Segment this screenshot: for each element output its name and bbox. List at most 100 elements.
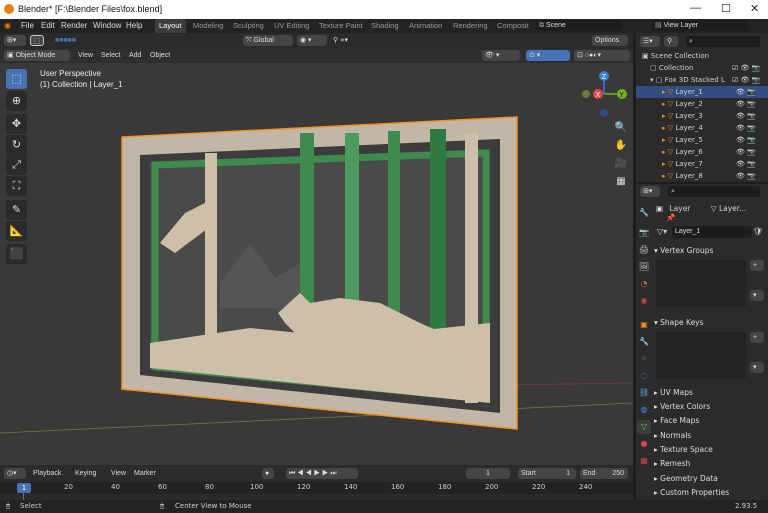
transform-orientation-dropdown[interactable]: ⤧ Global [243,35,293,46]
particles-tab-icon[interactable]: ⁘ [637,352,651,366]
tab-rendering[interactable]: Rendering [453,19,488,33]
properties-search-input[interactable]: ⌕ [668,186,760,197]
scene-tab-icon[interactable]: ◔ [637,277,651,291]
section-remesh[interactable]: ▸ Remesh [654,457,768,470]
visibility-icons[interactable]: 👁 📷 [736,146,756,158]
cursor-tool[interactable]: ⊕ [6,91,27,111]
outliner-row-layer-1[interactable]: ▸ ▽ Layer_1 👁 📷 [636,86,768,98]
menu-file[interactable]: File [21,21,34,30]
menu-render[interactable]: Render [61,21,87,30]
menu-playback[interactable]: Playback [30,468,64,479]
menu-select[interactable]: Select [98,50,123,61]
current-frame-field[interactable]: 1 [466,468,510,479]
object-tab-icon[interactable]: ▣ [637,318,651,332]
outliner-row-fox[interactable]: ▾ ▢ Fox 3D Stacked L ☑ 👁 📷 [636,74,768,86]
visibility-icons[interactable]: ☑ 👁 📷 [732,62,760,74]
maximize-button[interactable]: ☐ [721,2,731,15]
annotate-tool[interactable]: ✎ [6,200,27,220]
physics-tab-icon[interactable]: ◌ [637,369,651,383]
timeline-editor-type[interactable]: ◷▾ [4,468,26,479]
outliner-editor-type[interactable]: ☰▾ [640,36,660,47]
outliner-row-layer-7[interactable]: ▸ ▽ Layer_7 👁 📷 [636,158,768,170]
tab-animation[interactable]: Animation [409,19,442,33]
world-tab-icon[interactable]: ◉ [637,294,651,308]
section-geometry-data[interactable]: ▸ Geometry Data [654,472,768,485]
add-vertex-group-button[interactable]: + [750,260,764,271]
menu-keying[interactable]: Keying [72,468,99,479]
filter-icon[interactable]: ⚲ [664,36,678,47]
section-vertex-colors[interactable]: ▸ Vertex Colors [654,400,768,413]
scale-tool[interactable]: ⤢ [6,155,27,175]
section-normals[interactable]: ▸ Normals [654,429,768,442]
visibility-icons[interactable]: 👁 📷 [736,170,756,182]
tab-shading[interactable]: Shading [371,19,399,33]
start-frame-field[interactable]: Start 1 [518,468,576,479]
select-mode-icons[interactable]: ■■■■■ [52,35,110,46]
outliner-search-input[interactable]: ⌕ [686,36,760,47]
outliner-row-layer-6[interactable]: ▸ ▽ Layer_6 👁 📷 [636,146,768,158]
visibility-icons[interactable]: 👁 📷 [736,134,756,146]
mesh-browse-icon[interactable]: ▽▾ [657,227,667,236]
select-box-tool[interactable]: ⬚ [6,69,27,89]
options-dropdown[interactable]: Options [592,35,628,46]
properties-editor-type[interactable]: ⊞▾ [640,186,660,197]
section-custom-properties[interactable]: ▸ Custom Properties [654,486,768,499]
menu-timeline-view[interactable]: View [108,468,129,479]
view-layer-tab-icon[interactable]: 🖼 [637,260,651,274]
scene-selector[interactable]: ⧉ Scene [536,20,622,31]
outliner-row-layer-5[interactable]: ▸ ▽ Layer_5 👁 📷 [636,134,768,146]
output-tab-icon[interactable]: 🖨 [637,243,651,257]
shading-modes[interactable]: ⊡ ○●◐▾ [574,50,630,61]
rotate-tool[interactable]: ↻ [6,135,27,155]
tab-uv-editing[interactable]: UV Editing [274,19,309,33]
tab-texture-paint[interactable]: Texture Paint [319,19,363,33]
mesh-name-field[interactable]: Layer_1 [672,226,752,238]
close-button[interactable]: ✕ [750,2,759,15]
pivot-point-button[interactable]: ◉ ▾ [297,35,327,46]
scene-collection-row[interactable]: ▣ Scene Collection [636,50,768,62]
navigation-gizmo[interactable]: Z Y X [578,68,630,120]
section-vertex-groups[interactable]: ▾ Vertex Groups [654,244,768,257]
section-texture-space[interactable]: ▸ Texture Space [654,443,768,456]
mode-dropdown[interactable]: ▣ Object Mode [4,50,70,61]
tab-modeling[interactable]: Modeling [193,19,223,33]
tab-sculpting[interactable]: Sculpting [233,19,264,33]
menu-view[interactable]: View [75,50,96,61]
section-shape-keys[interactable]: ▾ Shape Keys [654,316,768,329]
vertex-group-menu-button[interactable]: ▾ [750,290,764,301]
vertex-groups-list[interactable] [656,260,746,306]
playback-controls[interactable]: ⏮◀◀▶▶⏭ [286,468,358,479]
menu-object[interactable]: Object [147,50,173,61]
outliner-row-layer-8[interactable]: ▸ ▽ Layer_8 👁 📷 [636,170,768,182]
end-frame-field[interactable]: End 250 [580,468,628,479]
minimize-button[interactable]: — [690,2,701,14]
menu-marker[interactable]: Marker [131,468,159,479]
pan-hand-icon[interactable]: ✋ [612,137,630,155]
shape-key-menu-button[interactable]: ▾ [750,362,764,373]
outliner-row-layer-3[interactable]: ▸ ▽ Layer_3 👁 📷 [636,110,768,122]
tool-tab-icon[interactable]: 🔧 [637,206,651,220]
modifiers-tab-icon[interactable]: 🔧 [637,335,651,349]
tab-layout[interactable]: Layout [155,19,186,33]
section-uv-maps[interactable]: ▸ UV Maps [654,386,768,399]
visibility-button[interactable]: 👁 ▾ [482,50,520,61]
add-shape-key-button[interactable]: + [750,332,764,343]
add-cube-tool[interactable]: ⬛ [6,244,27,264]
move-tool[interactable]: ✥ [6,114,27,134]
select-tool-icon[interactable]: ⬚ [30,35,44,46]
perspective-grid-icon[interactable]: ▦ [612,173,630,191]
section-face-maps[interactable]: ▸ Face Maps [654,414,768,427]
visibility-icons[interactable]: 👁 📷 [736,98,756,110]
shape-keys-list[interactable] [656,332,746,378]
object-data-icon[interactable]: ◍ [637,403,651,417]
visibility-icons[interactable]: 👁 📷 [736,110,756,122]
material-tab-icon[interactable]: ● [637,437,651,451]
texture-tab-icon[interactable]: ▦ [637,454,651,468]
snap-toggle[interactable]: ⚲ ⋄▾ [330,35,370,46]
outliner-row-layer-4[interactable]: ▸ ▽ Layer_4 👁 📷 [636,122,768,134]
outliner-row-layer-2[interactable]: ▸ ▽ Layer_2 👁 📷 [636,98,768,110]
outliner-row-collection[interactable]: ▢ Collection ☑ 👁 📷 [636,62,768,74]
view-layer-selector[interactable]: ▤ View Layer [652,20,748,31]
transform-tool[interactable]: ⛶ [6,176,27,196]
menu-add[interactable]: Add [126,50,144,61]
